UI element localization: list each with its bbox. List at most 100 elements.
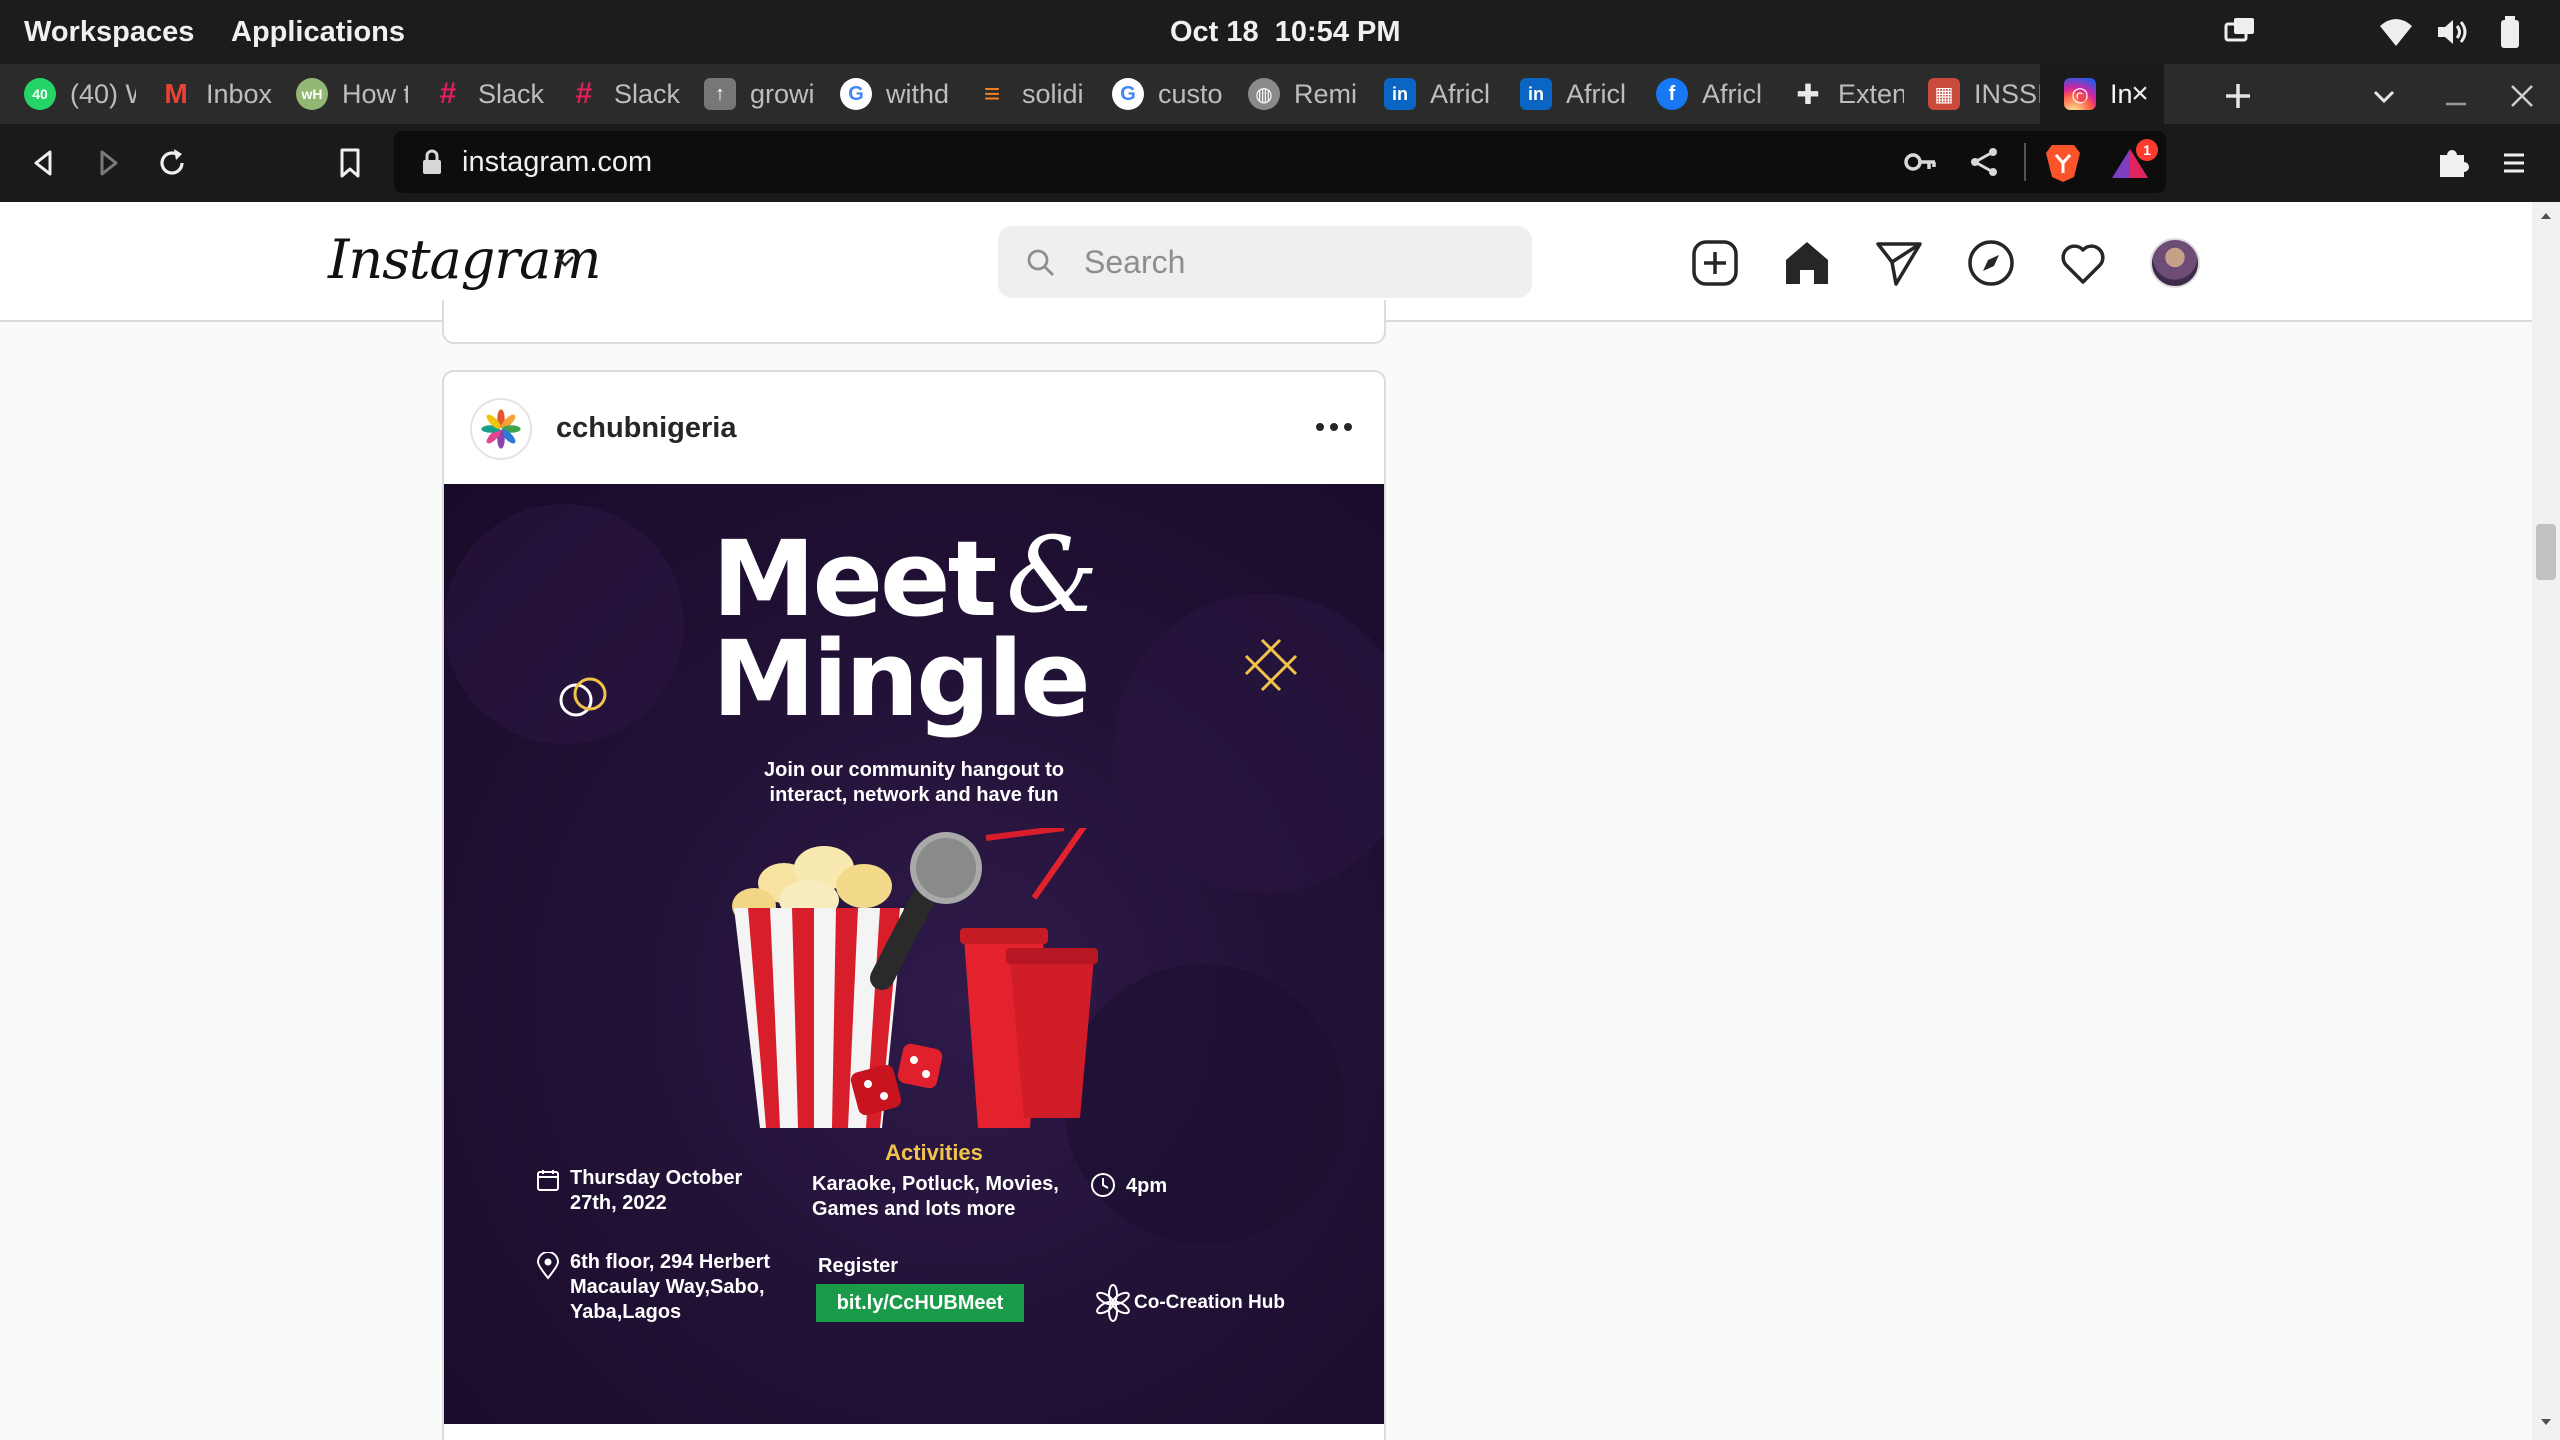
tab-linkedin-1[interactable]: in Africl [1360,64,1496,124]
key-icon[interactable] [1902,144,1938,180]
close-window-icon[interactable] [2504,78,2540,114]
flyer-brand: Co-Creation Hub [1134,1292,1285,1313]
os-top-bar: Workspaces Applications Oct 18 10:54 PM [0,0,2560,64]
previous-post-card [442,300,1386,344]
chevron-down-icon[interactable] [552,248,578,274]
feed-post: cchubnigeria Meet & Mingle Join our comm… [442,370,1386,1440]
flyer-title-mingle: Mingle [712,618,1091,740]
notification-dot [2078,94,2086,102]
tab-label: Exten [1838,78,1904,109]
tab-slack[interactable]: # Slack [408,64,544,124]
whatsapp-icon: 40 [24,78,56,110]
scrollbar-thumb[interactable] [2536,524,2556,580]
tab-label: Inbox [206,78,272,109]
brave-shields-icon[interactable] [2044,141,2082,183]
tab-whatsapp[interactable]: 40 (40) W [0,64,136,124]
search-box[interactable] [998,226,1532,298]
bookmark-icon[interactable] [330,143,370,183]
wifi-icon[interactable] [2378,14,2414,50]
explore-icon[interactable] [1966,238,2016,288]
extensions-icon[interactable] [2432,143,2472,183]
tab-remi[interactable]: ◍ Remi [1224,64,1360,124]
share-icon[interactable] [1966,144,2002,180]
scroll-down-icon[interactable] [2538,1414,2554,1430]
flyer-address: 6th floor, 294 Herbert Macaulay Way,Sabo… [570,1251,771,1323]
tab-slack-2[interactable]: # Slack [544,64,680,124]
flyer-register-label: Register [818,1255,899,1277]
applications-menu[interactable]: Applications [231,0,405,64]
volume-icon[interactable] [2434,14,2470,50]
tab-growth[interactable]: ↑ growi [680,64,816,124]
tab-google-withdraw[interactable]: G withd [816,64,952,124]
home-icon[interactable] [1782,238,1832,288]
clock[interactable]: Oct 18 10:54 PM [1170,0,1401,64]
forward-icon[interactable] [88,143,128,183]
search-icon [1027,249,1054,276]
minimize-icon[interactable] [2438,78,2474,114]
tab-label: Remi [1294,78,1358,109]
growth-icon: ↑ [704,78,736,110]
post-header: cchubnigeria [444,372,1384,484]
scroll-up-icon[interactable] [2538,208,2554,224]
tab-label: growi [750,78,815,109]
globe-icon: ◍ [1248,78,1280,110]
url-divider [2024,143,2026,181]
direct-messages-icon[interactable] [1874,238,1924,288]
tab-gmail[interactable]: M Inbox [136,64,272,124]
tab-wikihow[interactable]: wH How t [272,64,408,124]
tab-label: (40) W [70,78,136,109]
menu-icon[interactable] [2494,143,2534,183]
slack-icon: # [439,77,457,110]
more-options-icon[interactable] [1314,412,1354,442]
google-icon: G [1112,78,1144,110]
search-input[interactable] [1084,226,1504,298]
stackoverflow-icon: ≡ [983,78,1001,109]
flyer-date: Thursday October 27th, 2022 [570,1167,743,1214]
close-tab-icon[interactable]: × [2124,78,2156,110]
tab-google-custom[interactable]: G custo [1088,64,1224,124]
flyer-tagline: Join our community hangout to interact, … [764,759,1064,806]
tab-label: withd [886,78,950,109]
tab-label: INSSI [1974,78,2040,109]
address-bar[interactable]: instagram.com 1 [394,131,2166,193]
post-username[interactable]: cchubnigeria [556,372,737,484]
tab-stackoverflow[interactable]: ≡ solidi [952,64,1088,124]
linkedin-icon: in [1520,78,1552,110]
tab-list-chevron-icon[interactable] [2366,78,2402,114]
post-image[interactable]: Meet & Mingle Join our community hangout… [444,484,1384,1424]
new-tab-icon[interactable] [2220,78,2256,114]
url-text[interactable]: instagram.com [462,131,652,193]
inssi-icon: ▦ [1928,78,1960,110]
tab-label: How t [342,78,408,109]
tab-instagram-active[interactable]: ◎ In × [2040,64,2164,124]
lock-icon[interactable] [420,148,444,176]
tab-label: Africl [1566,78,1626,109]
tab-inssi[interactable]: ▦ INSSI [1904,64,2040,124]
battery-icon[interactable] [2492,14,2528,50]
location-pin-icon [536,1252,560,1280]
tab-linkedin-2[interactable]: in Africl [1496,64,1632,124]
extension-icon: ✚ [1796,78,1820,110]
crossed-lines-icon [1244,638,1298,692]
profile-avatar[interactable] [2150,238,2200,288]
tab-facebook[interactable]: f Africl [1632,64,1768,124]
tab-extensions[interactable]: ✚ Exten [1768,64,1904,124]
cchub-logo-icon [1096,1284,1130,1322]
flyer-time: 4pm [1126,1175,1168,1197]
page-scrollbar[interactable] [2532,202,2560,1440]
flyer-activities-text: Karaoke, Potluck, Movies, Games and lots… [812,1173,1059,1220]
screens-icon[interactable] [2222,14,2258,50]
clock-icon [1091,1173,1115,1197]
tab-label: Africl [1702,78,1762,109]
tab-label: Africl [1430,78,1490,109]
post-avatar[interactable] [470,398,532,460]
flyer-register-link: bit.ly/CcHUBMeet [816,1284,1024,1322]
workspaces-menu[interactable]: Workspaces [24,0,194,64]
heart-icon[interactable] [2058,238,2108,288]
reload-icon[interactable] [152,143,192,183]
linkedin-icon: in [1384,78,1416,110]
back-icon[interactable] [24,143,64,183]
new-post-icon[interactable] [1690,238,1740,288]
gmail-icon: M [164,78,188,109]
facebook-icon: f [1656,78,1688,110]
